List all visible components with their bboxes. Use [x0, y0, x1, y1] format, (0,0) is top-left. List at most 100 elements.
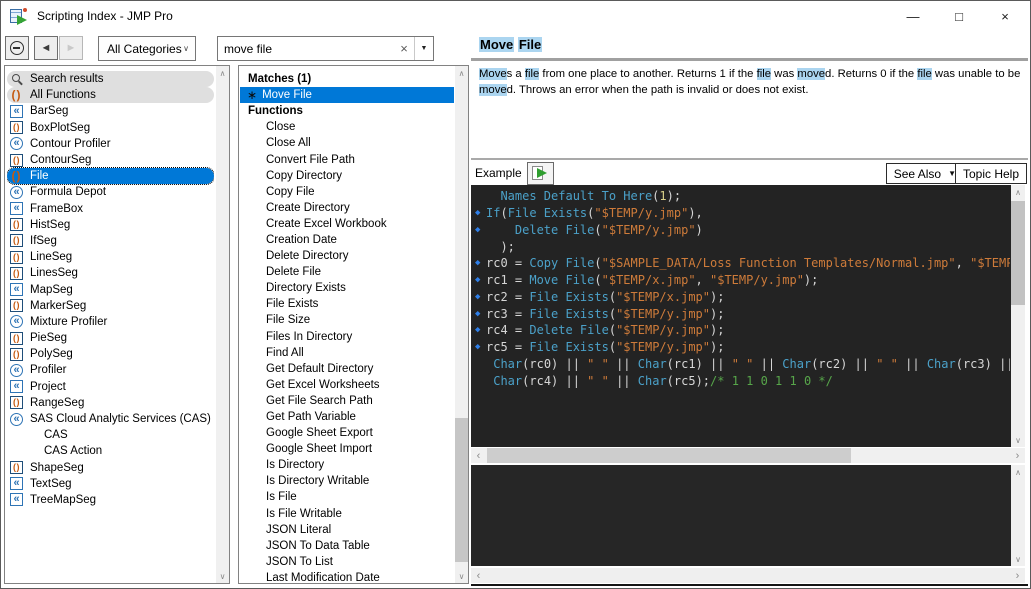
sidebar-item[interactable]: ()ContourSeg [7, 152, 214, 168]
list-item[interactable]: Find All [240, 345, 454, 361]
parens-box-icon: () [10, 332, 23, 345]
collapse-button[interactable] [5, 36, 29, 60]
list-item[interactable]: Close [240, 119, 454, 135]
sidebar-item[interactable]: «BarSeg [7, 103, 214, 119]
sidebar-item[interactable]: CAS Action [7, 443, 214, 459]
list-item[interactable]: Creation Date [240, 232, 454, 248]
list-item[interactable]: Copy Directory [240, 168, 454, 184]
list-item[interactable]: Is Directory Writable [240, 473, 454, 489]
sidebar-vertical-scrollbar[interactable]: ∧ ∨ [216, 66, 229, 583]
list-item[interactable]: Is File Writable [240, 506, 454, 522]
list-item[interactable]: File Exists [240, 296, 454, 312]
sidebar-item[interactable]: «Formula Depot [7, 184, 214, 200]
scroll-down-arrow-icon[interactable]: ∨ [216, 569, 229, 583]
list-item[interactable]: Create Excel Workbook [240, 216, 454, 232]
sidebar-item[interactable]: «Contour Profiler [7, 136, 214, 152]
sidebar-item[interactable]: ()File [7, 168, 214, 184]
list-item[interactable]: Get Path Variable [240, 409, 454, 425]
list-item[interactable]: Matches (1) [240, 71, 454, 87]
list-item[interactable]: Close All [240, 135, 454, 151]
sidebar-item[interactable]: ()LineSeg [7, 249, 214, 265]
scroll-down-arrow-icon[interactable]: ∨ [1011, 433, 1025, 447]
close-button[interactable]: × [982, 1, 1028, 31]
scroll-up-arrow-icon[interactable]: ∧ [1011, 465, 1025, 479]
list-item[interactable]: JSON Literal [240, 522, 454, 538]
list-item[interactable]: Get Excel Worksheets [240, 377, 454, 393]
code-vertical-scrollbar[interactable]: ∧ ∨ [1011, 185, 1025, 447]
maximize-button[interactable]: □ [936, 1, 982, 31]
forward-button[interactable]: ► [59, 36, 83, 60]
list-item-label: Google Sheet Export [266, 427, 373, 439]
minimize-button[interactable]: — [890, 1, 936, 31]
sidebar-item[interactable]: «Project [7, 379, 214, 395]
sidebar-item[interactable]: «SAS Cloud Analytic Services (CAS) [7, 411, 214, 427]
list-item[interactable]: Is File [240, 489, 454, 505]
sidebar-item[interactable]: ()IfSeg [7, 233, 214, 249]
sidebar-item[interactable]: ()HistSeg [7, 217, 214, 233]
list-item[interactable]: Create Directory [240, 200, 454, 216]
list-item[interactable]: Get Default Directory [240, 361, 454, 377]
list-item[interactable]: Copy File [240, 184, 454, 200]
sidebar-item[interactable]: ()PolySeg [7, 346, 214, 362]
sidebar-item[interactable]: «Mixture Profiler [7, 314, 214, 330]
list-item[interactable]: JSON To List [240, 554, 454, 570]
list-item[interactable]: Delete Directory [240, 248, 454, 264]
list-item[interactable]: Google Sheet Export [240, 425, 454, 441]
sidebar-item[interactable]: ()PieSeg [7, 330, 214, 346]
scroll-up-arrow-icon[interactable]: ∧ [1011, 185, 1025, 199]
sidebar-item[interactable]: «TreeMapSeg [7, 492, 214, 508]
secondary-horizontal-scrollbar[interactable]: ‹ › [471, 568, 1025, 583]
sidebar-item[interactable]: ()ShapeSeg [7, 460, 214, 476]
code-horizontal-scrollbar[interactable]: ‹ › [471, 448, 1025, 463]
run-example-button[interactable] [527, 162, 554, 185]
scrollbar-thumb[interactable] [1011, 201, 1025, 305]
scroll-up-arrow-icon[interactable]: ∧ [216, 66, 229, 80]
list-item[interactable]: Get File Search Path [240, 393, 454, 409]
sidebar-item[interactable]: «TextSeg [7, 476, 214, 492]
clear-search-icon[interactable]: × [394, 41, 414, 56]
scrollbar-thumb[interactable] [487, 448, 851, 463]
list-item[interactable]: Is Directory [240, 457, 454, 473]
scroll-right-arrow-icon[interactable]: › [1010, 568, 1025, 583]
list-item[interactable]: Delete File [240, 264, 454, 280]
sidebar-item[interactable]: «MapSeg [7, 281, 214, 297]
example-code-editor[interactable]: Names Default To Here(1);◆If(File Exists… [471, 185, 1025, 447]
scroll-left-arrow-icon[interactable]: ‹ [471, 448, 486, 463]
sidebar-item[interactable]: CAS [7, 427, 214, 443]
secondary-vertical-scrollbar[interactable]: ∧ ∨ [1011, 465, 1025, 566]
list-item[interactable]: Files In Directory [240, 329, 454, 345]
list-item[interactable]: Convert File Path [240, 151, 454, 167]
list-item[interactable]: Google Sheet Import [240, 441, 454, 457]
scroll-left-arrow-icon[interactable]: ‹ [471, 568, 486, 583]
sidebar-item[interactable]: ()BoxPlotSeg [7, 120, 214, 136]
scrollbar-thumb[interactable] [455, 418, 468, 562]
sidebar-item[interactable]: ()MarkerSeg [7, 298, 214, 314]
scroll-up-arrow-icon[interactable]: ∧ [455, 66, 468, 80]
sidebar-item[interactable]: «Profiler [7, 362, 214, 378]
category-dropdown[interactable]: All Categories ∨ [98, 36, 196, 61]
list-item[interactable]: Directory Exists [240, 280, 454, 296]
list-item[interactable]: Last Modification Date [240, 570, 454, 582]
search-history-dropdown-icon[interactable]: ▼ [415, 45, 433, 52]
title-bar[interactable]: Scripting Index - JMP Pro — □ × [1, 1, 1030, 31]
scroll-down-arrow-icon[interactable]: ∨ [1011, 552, 1025, 566]
list-item[interactable]: File Size [240, 312, 454, 328]
scroll-right-arrow-icon[interactable]: › [1010, 448, 1025, 463]
sidebar-item[interactable]: Search results [7, 71, 214, 87]
search-input[interactable] [218, 42, 394, 56]
text-segment: was unable to be [932, 68, 1021, 80]
scroll-down-arrow-icon[interactable]: ∨ [455, 569, 468, 583]
back-button[interactable]: ◄ [34, 36, 58, 60]
code-token: "$SAMPLE_DATA/Loss Function Templates/No… [602, 256, 956, 270]
list-item[interactable]: JSON To Data Table [240, 538, 454, 554]
list-item[interactable]: ∗Move File [240, 87, 454, 103]
sidebar-item[interactable]: «FrameBox [7, 201, 214, 217]
topic-help-button[interactable]: Topic Help [955, 163, 1027, 184]
sidebar-item[interactable]: ()LinesSeg [7, 265, 214, 281]
see-also-button[interactable]: See Also ▼ [886, 163, 964, 184]
list-item[interactable]: Functions [240, 103, 454, 119]
secondary-script-panel[interactable]: ∧ ∨ [471, 465, 1025, 566]
sidebar-item[interactable]: ()RangeSeg [7, 395, 214, 411]
matches-vertical-scrollbar[interactable]: ∧ ∨ [455, 66, 468, 583]
sidebar-item[interactable]: ()All Functions [7, 87, 214, 103]
